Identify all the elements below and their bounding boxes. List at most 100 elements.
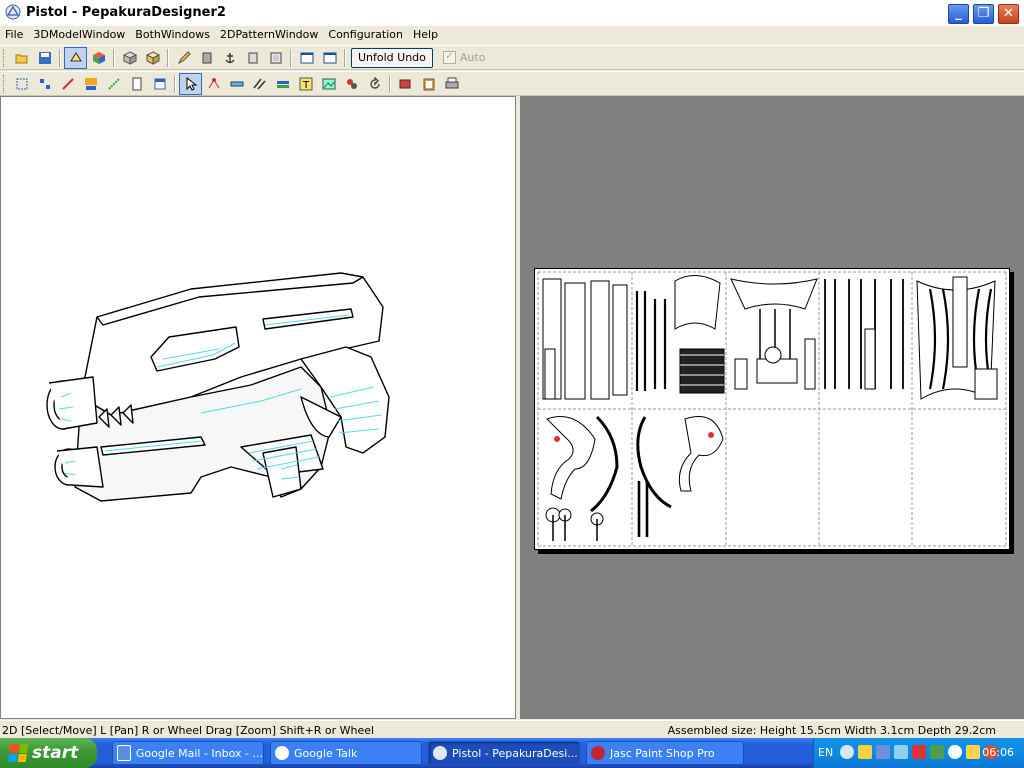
- print-setup-button[interactable]: [394, 73, 417, 95]
- unfolded-pattern: [537, 271, 1007, 547]
- number-123-icon: [84, 77, 97, 90]
- status-assembled-size: Assembled size: Height 15.5cm Width 3.1c…: [667, 724, 996, 737]
- unfold-undo-button[interactable]: Unfold Undo: [351, 47, 433, 68]
- cursor-arrow-icon: [186, 76, 197, 91]
- join-edge-icon: [208, 77, 219, 88]
- task-pepakura[interactable]: Pistol - PepakuraDesi...: [428, 741, 580, 765]
- task-google-talk[interactable]: Google Talk: [270, 741, 422, 765]
- pencil-tool-button[interactable]: [172, 47, 195, 69]
- menu-3dmodelwindow[interactable]: 3DModelWindow: [28, 26, 130, 44]
- tray-expand-icon[interactable]: [840, 745, 854, 759]
- pistol-3d-model: [46, 272, 390, 502]
- fold-lines-icon: [252, 78, 266, 89]
- fold-lines-button[interactable]: [248, 73, 271, 95]
- window-single-button[interactable]: [318, 47, 341, 69]
- taskbar: start Google Mail - Inbox - ... Google T…: [0, 738, 1024, 768]
- chat-tray-icon[interactable]: [948, 745, 962, 759]
- battery-icon[interactable]: [894, 745, 908, 759]
- cylinder-tool-button[interactable]: [241, 47, 264, 69]
- colored-cube-icon: [92, 51, 105, 64]
- menu-configuration[interactable]: Configuration: [323, 26, 408, 44]
- task-google-mail[interactable]: Google Mail - Inbox - ...: [112, 741, 264, 765]
- brush-button[interactable]: [56, 73, 79, 95]
- anchor-tool-button[interactable]: [218, 47, 241, 69]
- menu-file[interactable]: File: [0, 26, 28, 44]
- status-bar: 2D [Select/Move] L [Pan] R or Wheel Drag…: [0, 720, 1024, 739]
- select-move-button[interactable]: [179, 72, 202, 95]
- edit-page-button[interactable]: [148, 73, 171, 95]
- pencil-icon: [177, 50, 191, 64]
- menu-help[interactable]: Help: [408, 26, 443, 44]
- unfold-icon: [69, 51, 82, 61]
- clipboard-button[interactable]: [417, 73, 440, 95]
- save-button[interactable]: [33, 47, 56, 69]
- toolbar-grip[interactable]: [3, 48, 7, 67]
- auto-checkbox[interactable]: ✓ Auto: [442, 51, 486, 64]
- print-button[interactable]: [440, 73, 463, 95]
- network-icon[interactable]: [876, 745, 890, 759]
- paintshop-icon: [591, 746, 605, 760]
- view-cube-alt-button[interactable]: [141, 47, 164, 69]
- text-button[interactable]: T: [294, 73, 317, 95]
- browser-icon: [117, 745, 131, 761]
- windows-flag-icon: [7, 744, 29, 762]
- window-icon: [300, 52, 313, 63]
- title-bar[interactable]: Pistol - PepakuraDesigner2 _ ❐ ✕: [0, 0, 1024, 27]
- page-number-button[interactable]: [125, 73, 148, 95]
- pattern-sheet[interactable]: [534, 268, 1010, 550]
- task-label: Google Mail - Inbox - ...: [135, 746, 263, 760]
- pepakura-app-icon: [5, 4, 21, 20]
- menu-2dpatternwindow[interactable]: 2DPatternWindow: [215, 26, 323, 44]
- pattern-toolbar: T: [0, 71, 1024, 96]
- edit-page-icon: [154, 78, 165, 89]
- texture-button[interactable]: [87, 47, 110, 69]
- svg-text:T: T: [302, 80, 310, 91]
- flaps-button[interactable]: [102, 73, 125, 95]
- unfold-button[interactable]: [64, 46, 87, 69]
- book-tool-button[interactable]: [195, 47, 218, 69]
- auto-label: Auto: [459, 51, 486, 64]
- restore-button[interactable]: ❐: [972, 3, 995, 25]
- fit-page-button[interactable]: [10, 73, 33, 95]
- cylinder-icon: [248, 52, 257, 63]
- messenger-icon[interactable]: [966, 745, 980, 759]
- 2d-pattern-view[interactable]: [520, 96, 1024, 719]
- auto-checkbox-box[interactable]: ✓: [442, 51, 456, 64]
- image-button[interactable]: [317, 73, 340, 95]
- task-paint-shop-pro[interactable]: Jasc Paint Shop Pro: [586, 741, 744, 765]
- book-icon: [202, 52, 211, 63]
- window-split-button[interactable]: [295, 47, 318, 69]
- cube-icon: [122, 50, 137, 65]
- task-label: Google Talk: [294, 746, 358, 760]
- ruler-button[interactable]: [225, 73, 248, 95]
- clock: 06:06: [982, 746, 1014, 759]
- view-cube-button[interactable]: [118, 47, 141, 69]
- language-indicator[interactable]: EN: [818, 746, 833, 759]
- ruler-icon: [230, 81, 243, 86]
- parts-button[interactable]: [340, 73, 363, 95]
- toolbar-grip-2[interactable]: [3, 74, 7, 93]
- join-edges-button[interactable]: [202, 73, 225, 95]
- task-label: Pistol - PepakuraDesi...: [452, 746, 578, 760]
- chat-icon: [275, 746, 289, 760]
- antivirus-icon[interactable]: [912, 745, 926, 759]
- fit-page-icon: [16, 78, 27, 89]
- rotate-button[interactable]: [363, 73, 386, 95]
- menu-bothwindows[interactable]: BothWindows: [130, 26, 215, 44]
- save-disk-icon: [38, 51, 51, 64]
- open-folder-icon: [15, 54, 27, 63]
- minimize-button[interactable]: _: [947, 3, 970, 25]
- frame-tool-button[interactable]: [264, 47, 287, 69]
- shield-icon[interactable]: [858, 745, 872, 759]
- close-button[interactable]: ✕: [997, 3, 1020, 25]
- open-button[interactable]: [10, 47, 33, 69]
- arrange-icon: [39, 78, 50, 89]
- arrange-button[interactable]: [33, 73, 56, 95]
- start-label: start: [32, 743, 79, 763]
- print-setup-icon: [399, 79, 410, 88]
- number-button[interactable]: [79, 73, 102, 95]
- edge-color-button[interactable]: [271, 73, 294, 95]
- start-button[interactable]: start: [0, 738, 97, 768]
- 3d-model-view[interactable]: [0, 96, 516, 719]
- update-icon[interactable]: [930, 745, 944, 759]
